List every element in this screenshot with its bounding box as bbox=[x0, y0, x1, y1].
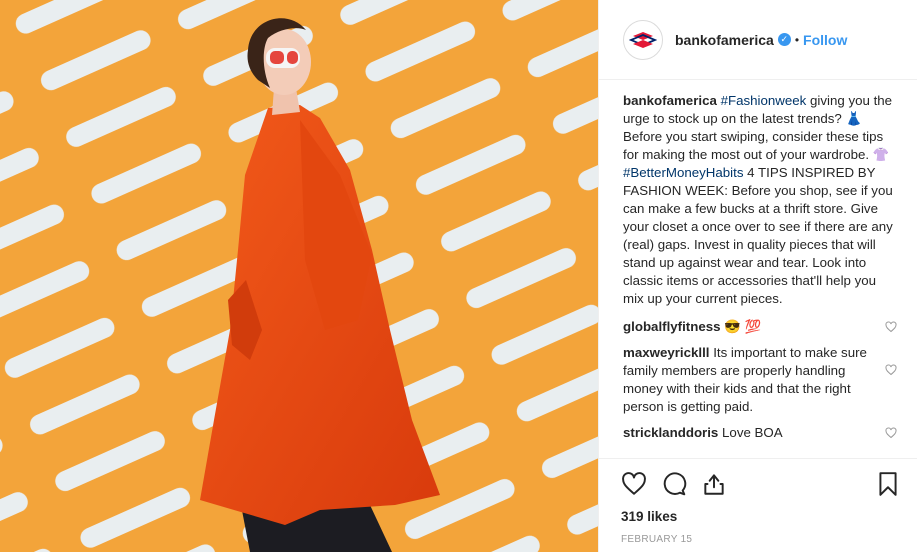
shirt-emoji: 👚 bbox=[872, 147, 890, 162]
post-caption: bankofamerica #Fashionweek giving you th… bbox=[623, 92, 897, 308]
bank-of-america-logo-icon bbox=[629, 31, 657, 48]
comment-icon[interactable] bbox=[661, 471, 687, 497]
follow-button[interactable]: Follow bbox=[803, 32, 847, 48]
caption-text: Before you start swiping, consider these… bbox=[623, 129, 884, 162]
comments-section: bankofamerica #Fashionweek giving you th… bbox=[599, 80, 917, 442]
heart-icon[interactable] bbox=[885, 427, 897, 439]
action-icons bbox=[621, 469, 901, 499]
comment-row: globalflyfitness 😎 💯 bbox=[623, 318, 897, 336]
heart-icon[interactable] bbox=[885, 321, 897, 333]
hashtag-bettermoneyhabits[interactable]: #BetterMoneyHabits bbox=[623, 165, 743, 180]
post-date[interactable]: FEBRUARY 15 bbox=[621, 534, 901, 545]
likes-count[interactable]: 319 likes bbox=[621, 509, 901, 524]
share-icon[interactable] bbox=[701, 471, 727, 497]
dress-emoji: 👗 bbox=[845, 111, 863, 126]
account-handle[interactable]: bankofamerica bbox=[675, 32, 774, 48]
hashtag-fashionweek[interactable]: #Fashionweek bbox=[721, 93, 807, 108]
caption-text: 4 TIPS INSPIRED BY FASHION WEEK: Before … bbox=[623, 165, 893, 306]
fashion-photo-image bbox=[0, 0, 598, 552]
post-header: bankofamerica ✓ • Follow bbox=[599, 0, 917, 80]
separator-dot: • bbox=[794, 32, 800, 47]
comment-text: 😎 💯 bbox=[720, 319, 762, 334]
comment-username[interactable]: stricklanddoris bbox=[623, 425, 718, 440]
post-actions: 319 likes FEBRUARY 15 bbox=[599, 458, 917, 545]
bookmark-icon[interactable] bbox=[875, 471, 901, 497]
post-photo[interactable] bbox=[0, 0, 598, 552]
caption-username[interactable]: bankofamerica bbox=[623, 93, 717, 108]
comment-username[interactable]: maxweyricklll bbox=[623, 345, 710, 360]
post-sidebar: bankofamerica ✓ • Follow bankofamerica #… bbox=[598, 0, 917, 552]
comment-row: stricklanddoris Love BOA bbox=[623, 424, 897, 442]
verified-badge-icon: ✓ bbox=[777, 33, 791, 46]
comment-text: Love BOA bbox=[718, 425, 783, 440]
heart-icon[interactable] bbox=[621, 471, 647, 497]
comment-row: maxweyricklll Its important to make sure… bbox=[623, 344, 897, 416]
heart-icon[interactable] bbox=[885, 364, 897, 376]
avatar[interactable] bbox=[623, 19, 663, 60]
comment-username[interactable]: globalflyfitness bbox=[623, 319, 721, 334]
